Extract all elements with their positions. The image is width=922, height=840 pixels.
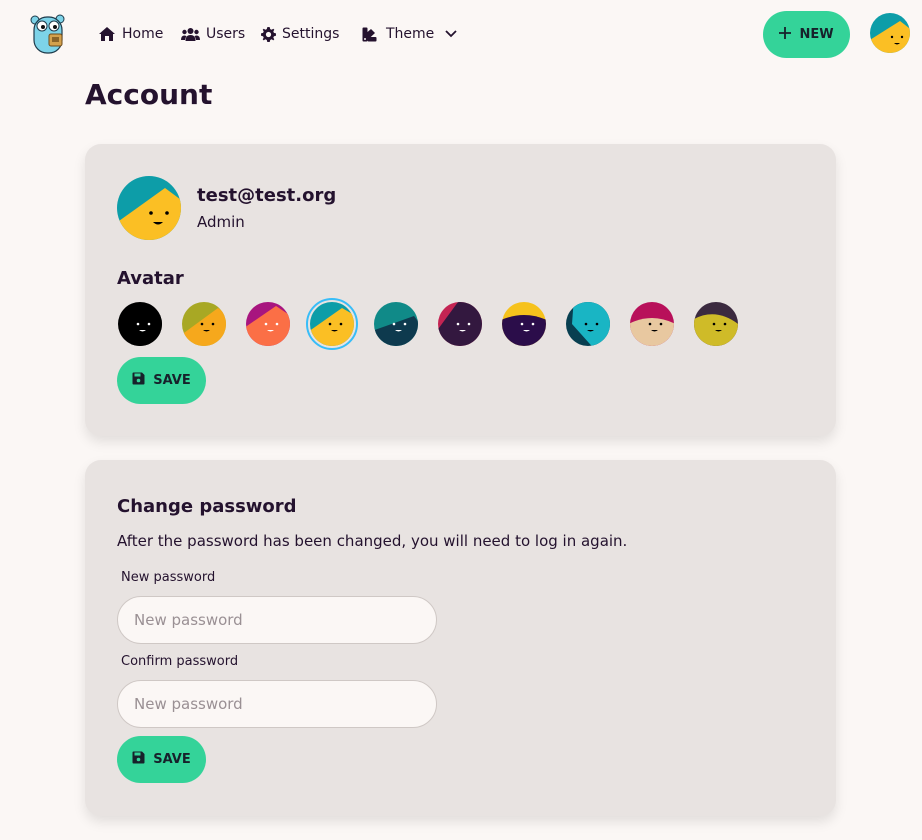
confirm-password-label: Confirm password — [121, 654, 239, 669]
profile-email: test@test.org — [197, 185, 337, 206]
change-password-description: After the password has been changed, you… — [117, 532, 628, 550]
new-button[interactable]: NEW — [763, 11, 850, 58]
gear-icon — [261, 26, 276, 42]
chevron-down-icon — [445, 30, 457, 38]
nav-home-label: Home — [122, 26, 164, 42]
avatar-option-6[interactable] — [438, 302, 482, 346]
page-title: Account — [85, 78, 213, 111]
avatar-option-10[interactable] — [694, 302, 738, 346]
nav-users-label: Users — [206, 26, 246, 42]
nav-users[interactable]: Users — [181, 24, 245, 44]
palette-icon — [362, 27, 377, 42]
top-navigation-bar: Home Users Settings Theme NEW — [0, 0, 922, 68]
user-avatar-menu[interactable] — [870, 13, 910, 53]
change-password-title: Change password — [117, 496, 297, 517]
confirm-password-input[interactable] — [117, 680, 437, 728]
plus-icon — [779, 26, 792, 43]
avatar-option-8[interactable] — [566, 302, 610, 346]
avatar-option-4[interactable] — [306, 298, 358, 350]
profile-role: Admin — [197, 213, 245, 231]
theme-dropdown[interactable]: Theme — [362, 24, 457, 44]
save-password-label: SAVE — [153, 752, 191, 767]
theme-label: Theme — [386, 26, 435, 42]
save-avatar-label: SAVE — [153, 373, 191, 388]
save-avatar-button[interactable]: SAVE — [117, 357, 206, 404]
avatar-option-7[interactable] — [502, 302, 546, 346]
nav-settings-label: Settings — [282, 26, 340, 42]
avatar-option-5[interactable] — [374, 302, 418, 346]
gopher-logo-icon[interactable] — [29, 13, 67, 55]
nav-settings[interactable]: Settings — [261, 24, 339, 44]
new-password-label: New password — [121, 570, 216, 585]
change-password-card: Change password After the password has b… — [85, 460, 836, 816]
avatar-option-2[interactable] — [182, 302, 226, 346]
nav-home[interactable]: Home — [98, 24, 163, 44]
profile-avatar — [117, 176, 181, 240]
new-button-label: NEW — [799, 27, 834, 42]
avatar-option-1[interactable] — [118, 302, 162, 346]
users-icon — [181, 26, 200, 42]
floppy-disk-icon — [132, 372, 145, 389]
save-password-button[interactable]: SAVE — [117, 736, 206, 783]
new-password-input[interactable] — [117, 596, 437, 644]
avatar-section-title: Avatar — [117, 268, 184, 289]
home-icon — [98, 26, 116, 42]
avatar-option-3[interactable] — [246, 302, 290, 346]
floppy-disk-icon — [132, 751, 145, 768]
avatar-option-9[interactable] — [630, 302, 674, 346]
profile-card: test@test.org Admin Avatar SAVE — [85, 144, 836, 436]
